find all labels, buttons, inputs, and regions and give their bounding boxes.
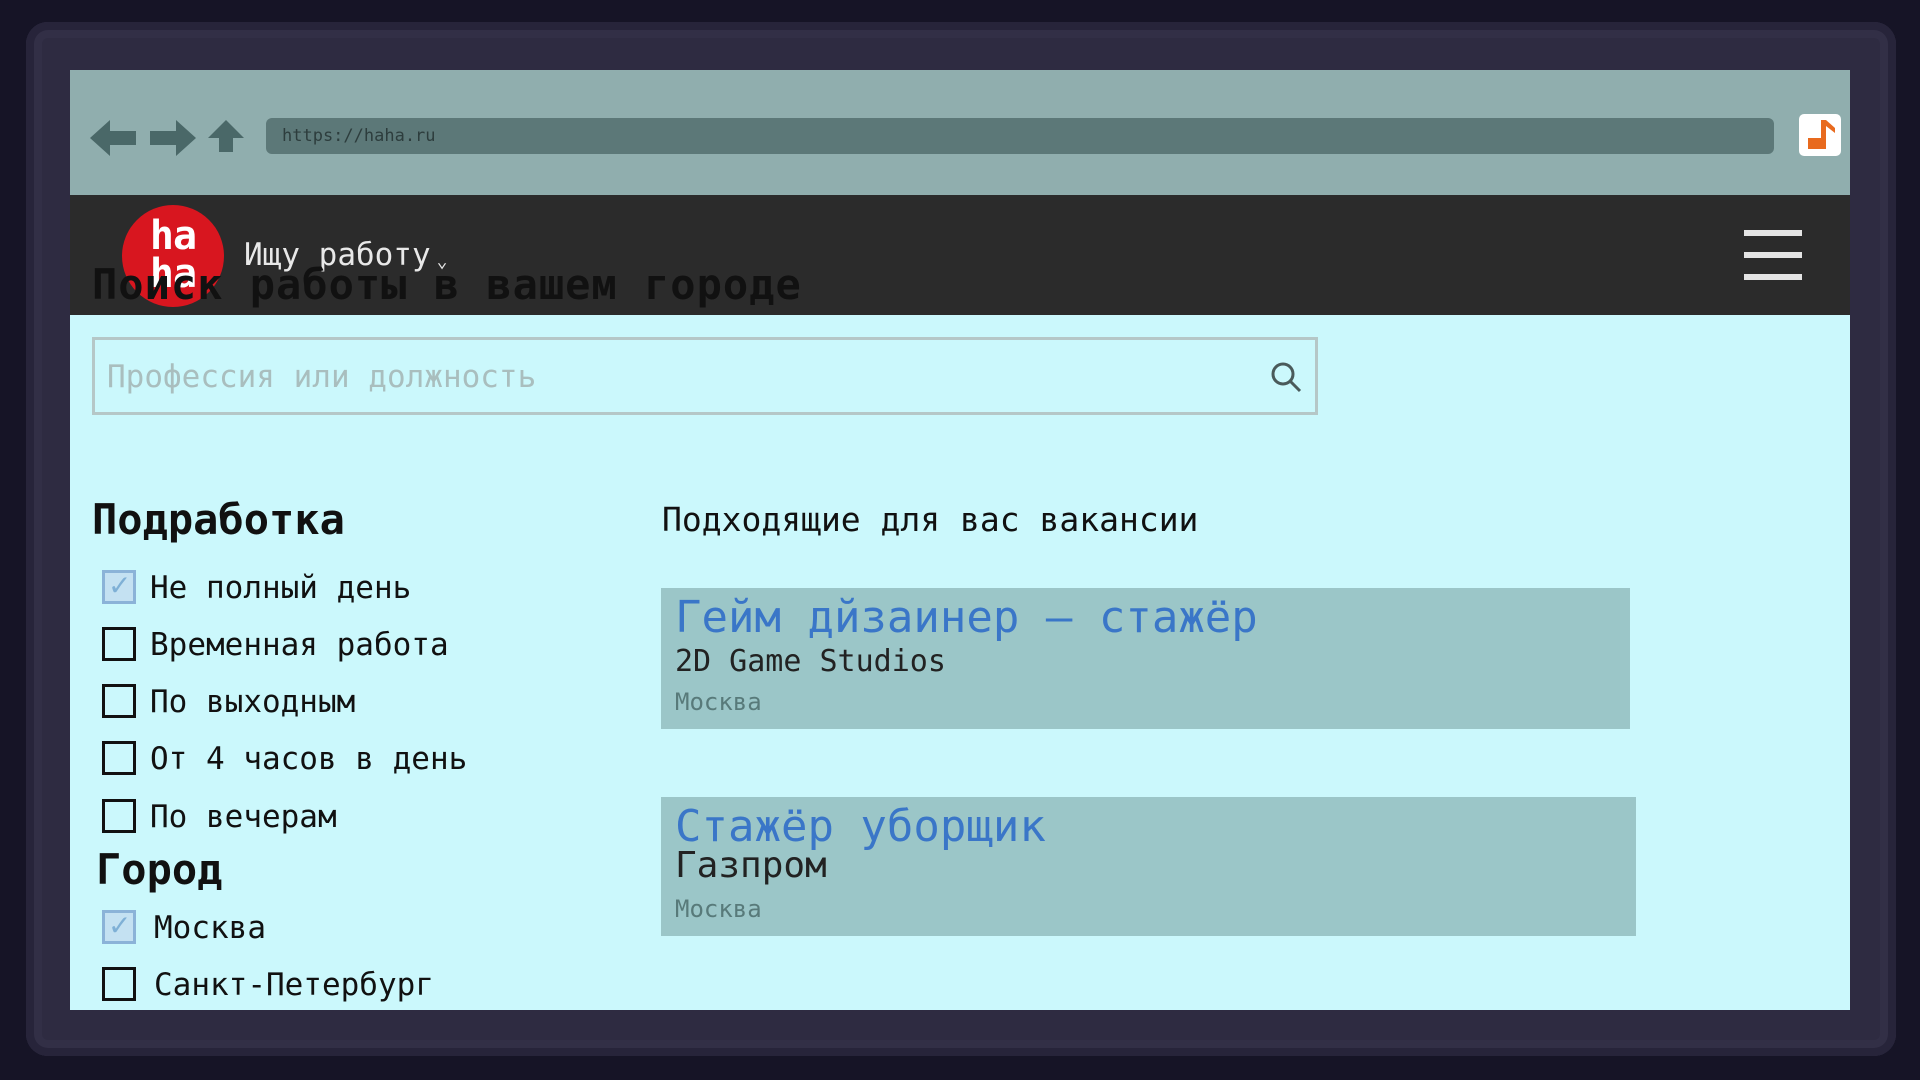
music-extension-button[interactable] — [1799, 114, 1841, 156]
search-box — [92, 337, 1318, 415]
checkbox-label: По вечерам — [150, 799, 337, 835]
checkbox-box[interactable] — [102, 569, 136, 604]
checkbox-label: Не полный день — [150, 570, 412, 606]
vacancy-card[interactable]: Гейм дйзаинер – стажёр 2D Game Studios М… — [661, 588, 1630, 729]
checkbox-box[interactable] — [102, 909, 136, 944]
vacancy-card[interactable]: Стажёр уборщик Газпром Москва — [661, 797, 1636, 936]
page-title: Поиск работы в вашем городе — [92, 260, 802, 309]
checkbox-label: От 4 часов в день — [150, 741, 468, 777]
vacancy-city: Москва — [675, 895, 762, 923]
checkbox-box[interactable] — [102, 684, 136, 718]
arrow-right-icon[interactable] — [148, 118, 196, 158]
checkbox-box[interactable] — [102, 741, 136, 775]
vacancy-company: 2D Game Studios — [675, 644, 946, 679]
vacancy-title[interactable]: Гейм дйзаинер – стажёр — [675, 592, 1258, 643]
filter-heading-city: Город — [96, 845, 223, 894]
search-input[interactable] — [105, 340, 1259, 414]
filter-heading-employment: Подработка — [92, 495, 345, 544]
music-note-icon — [1808, 120, 1835, 149]
checkbox-label: Москва — [154, 910, 266, 946]
browser-toolbar: https://haha.ru — [70, 70, 1850, 195]
logo-text-top: ha — [149, 213, 197, 259]
vacancies-section-title: Подходящие для вас вакансии — [662, 500, 1199, 539]
browser-window: https://haha.ru ha ha Ищу работу ⌄ Поиск … — [70, 70, 1850, 1010]
checkbox-box[interactable] — [102, 627, 136, 661]
checkbox-box[interactable] — [102, 967, 136, 1001]
checkbox-label: По выходным — [150, 684, 356, 720]
checkbox-label: Санкт-Петербург — [154, 967, 434, 1003]
checkbox-box[interactable] — [102, 799, 136, 833]
hamburger-menu-icon[interactable] — [1744, 230, 1802, 280]
url-bar[interactable]: https://haha.ru — [266, 118, 1774, 154]
vacancy-company: Газпром — [675, 845, 827, 886]
checkbox-label: Временная работа — [150, 627, 449, 663]
search-icon[interactable] — [1269, 360, 1303, 394]
arrow-up-icon[interactable] — [206, 118, 246, 158]
arrow-left-icon[interactable] — [90, 118, 138, 158]
vacancy-city: Москва — [675, 688, 762, 716]
